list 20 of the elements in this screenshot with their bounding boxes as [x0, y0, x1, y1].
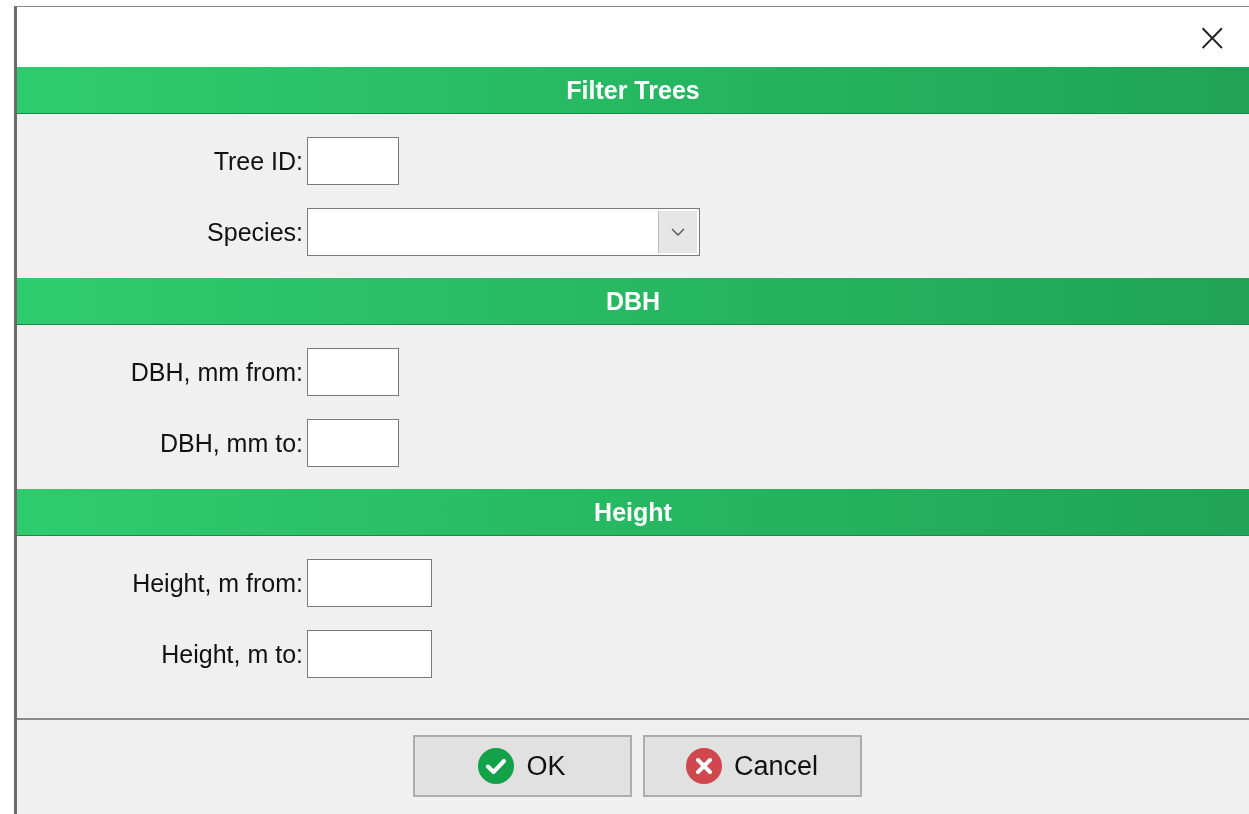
checkmark-icon [478, 748, 515, 784]
field-label: DBH, mm from: [129, 357, 304, 387]
input-field[interactable] [307, 137, 399, 185]
field-label: Height, m from: [131, 568, 304, 598]
close-button[interactable]: × [1187, 17, 1237, 57]
field-label: Species: [206, 217, 304, 247]
input-field[interactable] [307, 559, 432, 607]
section-header: Height [17, 489, 1249, 536]
field-label: Tree ID: [212, 146, 304, 176]
ok-button[interactable]: OK [412, 735, 632, 797]
field-label: Height, m to: [160, 639, 304, 669]
cross-icon [685, 748, 722, 784]
section-header: Filter Trees [17, 67, 1249, 114]
field-label: DBH, mm to: [158, 428, 304, 458]
cancel-button[interactable]: Cancel [642, 735, 862, 797]
input-field[interactable] [307, 348, 399, 396]
section-header: DBH [17, 278, 1249, 325]
input-field[interactable] [307, 419, 399, 467]
input-field[interactable] [307, 630, 432, 678]
species-dropdown[interactable] [307, 208, 700, 256]
